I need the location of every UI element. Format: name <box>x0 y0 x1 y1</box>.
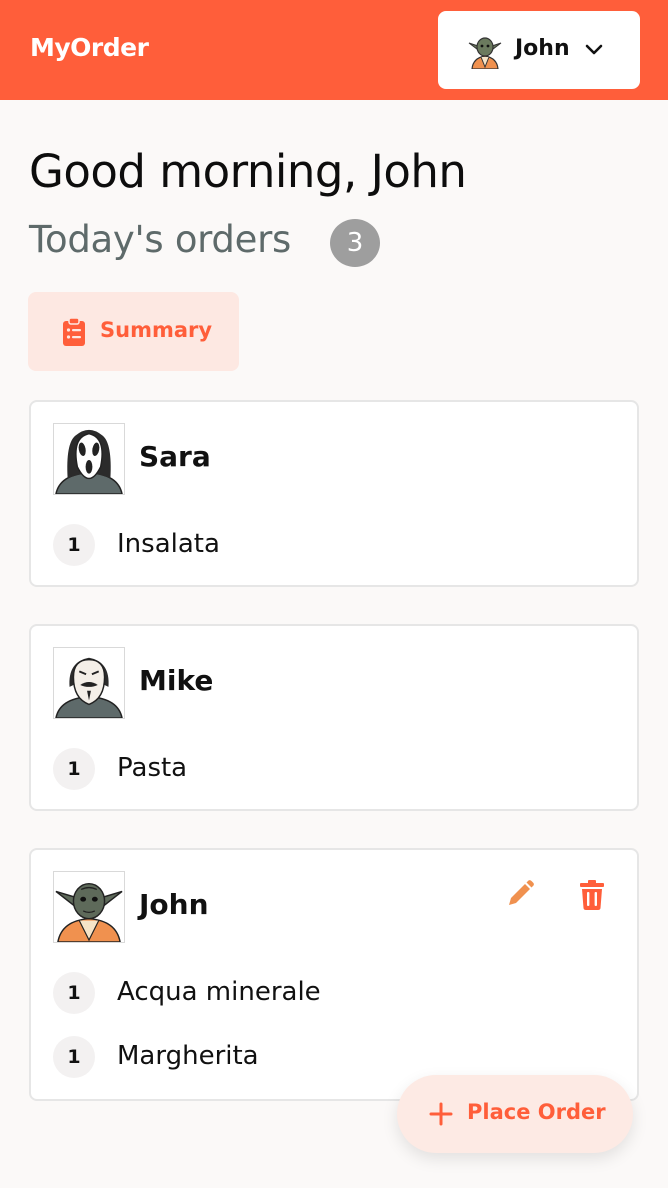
user-menu-name: John <box>515 36 570 61</box>
place-order-button[interactable]: Place Order <box>397 1075 633 1153</box>
orders-count-badge: 3 <box>330 219 380 267</box>
item-name: Insalata <box>117 529 220 559</box>
pencil-icon[interactable] <box>505 879 535 909</box>
summary-button[interactable]: Summary <box>28 292 239 371</box>
item-quantity: 1 <box>53 748 95 790</box>
order-owner-name: Mike <box>139 664 214 697</box>
summary-button-label: Summary <box>100 318 213 342</box>
order-card-sara: Sara 1 Insalata <box>29 400 639 587</box>
trash-icon[interactable] <box>579 880 605 910</box>
item-name: Acqua minerale <box>117 977 321 1007</box>
guy-fawkes-avatar-icon <box>53 647 125 719</box>
clipboard-icon <box>63 317 85 346</box>
ghostface-avatar-icon <box>53 423 125 495</box>
order-card-mike: Mike 1 Pasta <box>29 624 639 811</box>
order-owner-name: Sara <box>139 440 211 473</box>
place-order-label: Place Order <box>467 1100 606 1124</box>
item-quantity: 1 <box>53 972 95 1014</box>
greeting-heading: Good morning, John <box>29 145 467 198</box>
chevron-down-icon <box>585 44 603 55</box>
brand-logo[interactable]: MyOrder <box>30 33 149 62</box>
yoda-avatar-icon <box>53 871 125 943</box>
yoda-avatar-icon <box>468 37 502 69</box>
order-owner-name: John <box>139 888 209 921</box>
todays-orders-heading: Today's orders <box>29 218 291 261</box>
item-quantity: 1 <box>53 524 95 566</box>
top-app-bar: MyOrder John <box>0 0 668 100</box>
plus-icon <box>429 1102 453 1126</box>
item-name: Pasta <box>117 753 188 783</box>
order-card-john: John 1 Acqua minerale 1 Margherita <box>29 848 639 1101</box>
item-name: Margherita <box>117 1041 259 1071</box>
user-menu-button[interactable]: John <box>438 11 640 89</box>
item-quantity: 1 <box>53 1036 95 1078</box>
